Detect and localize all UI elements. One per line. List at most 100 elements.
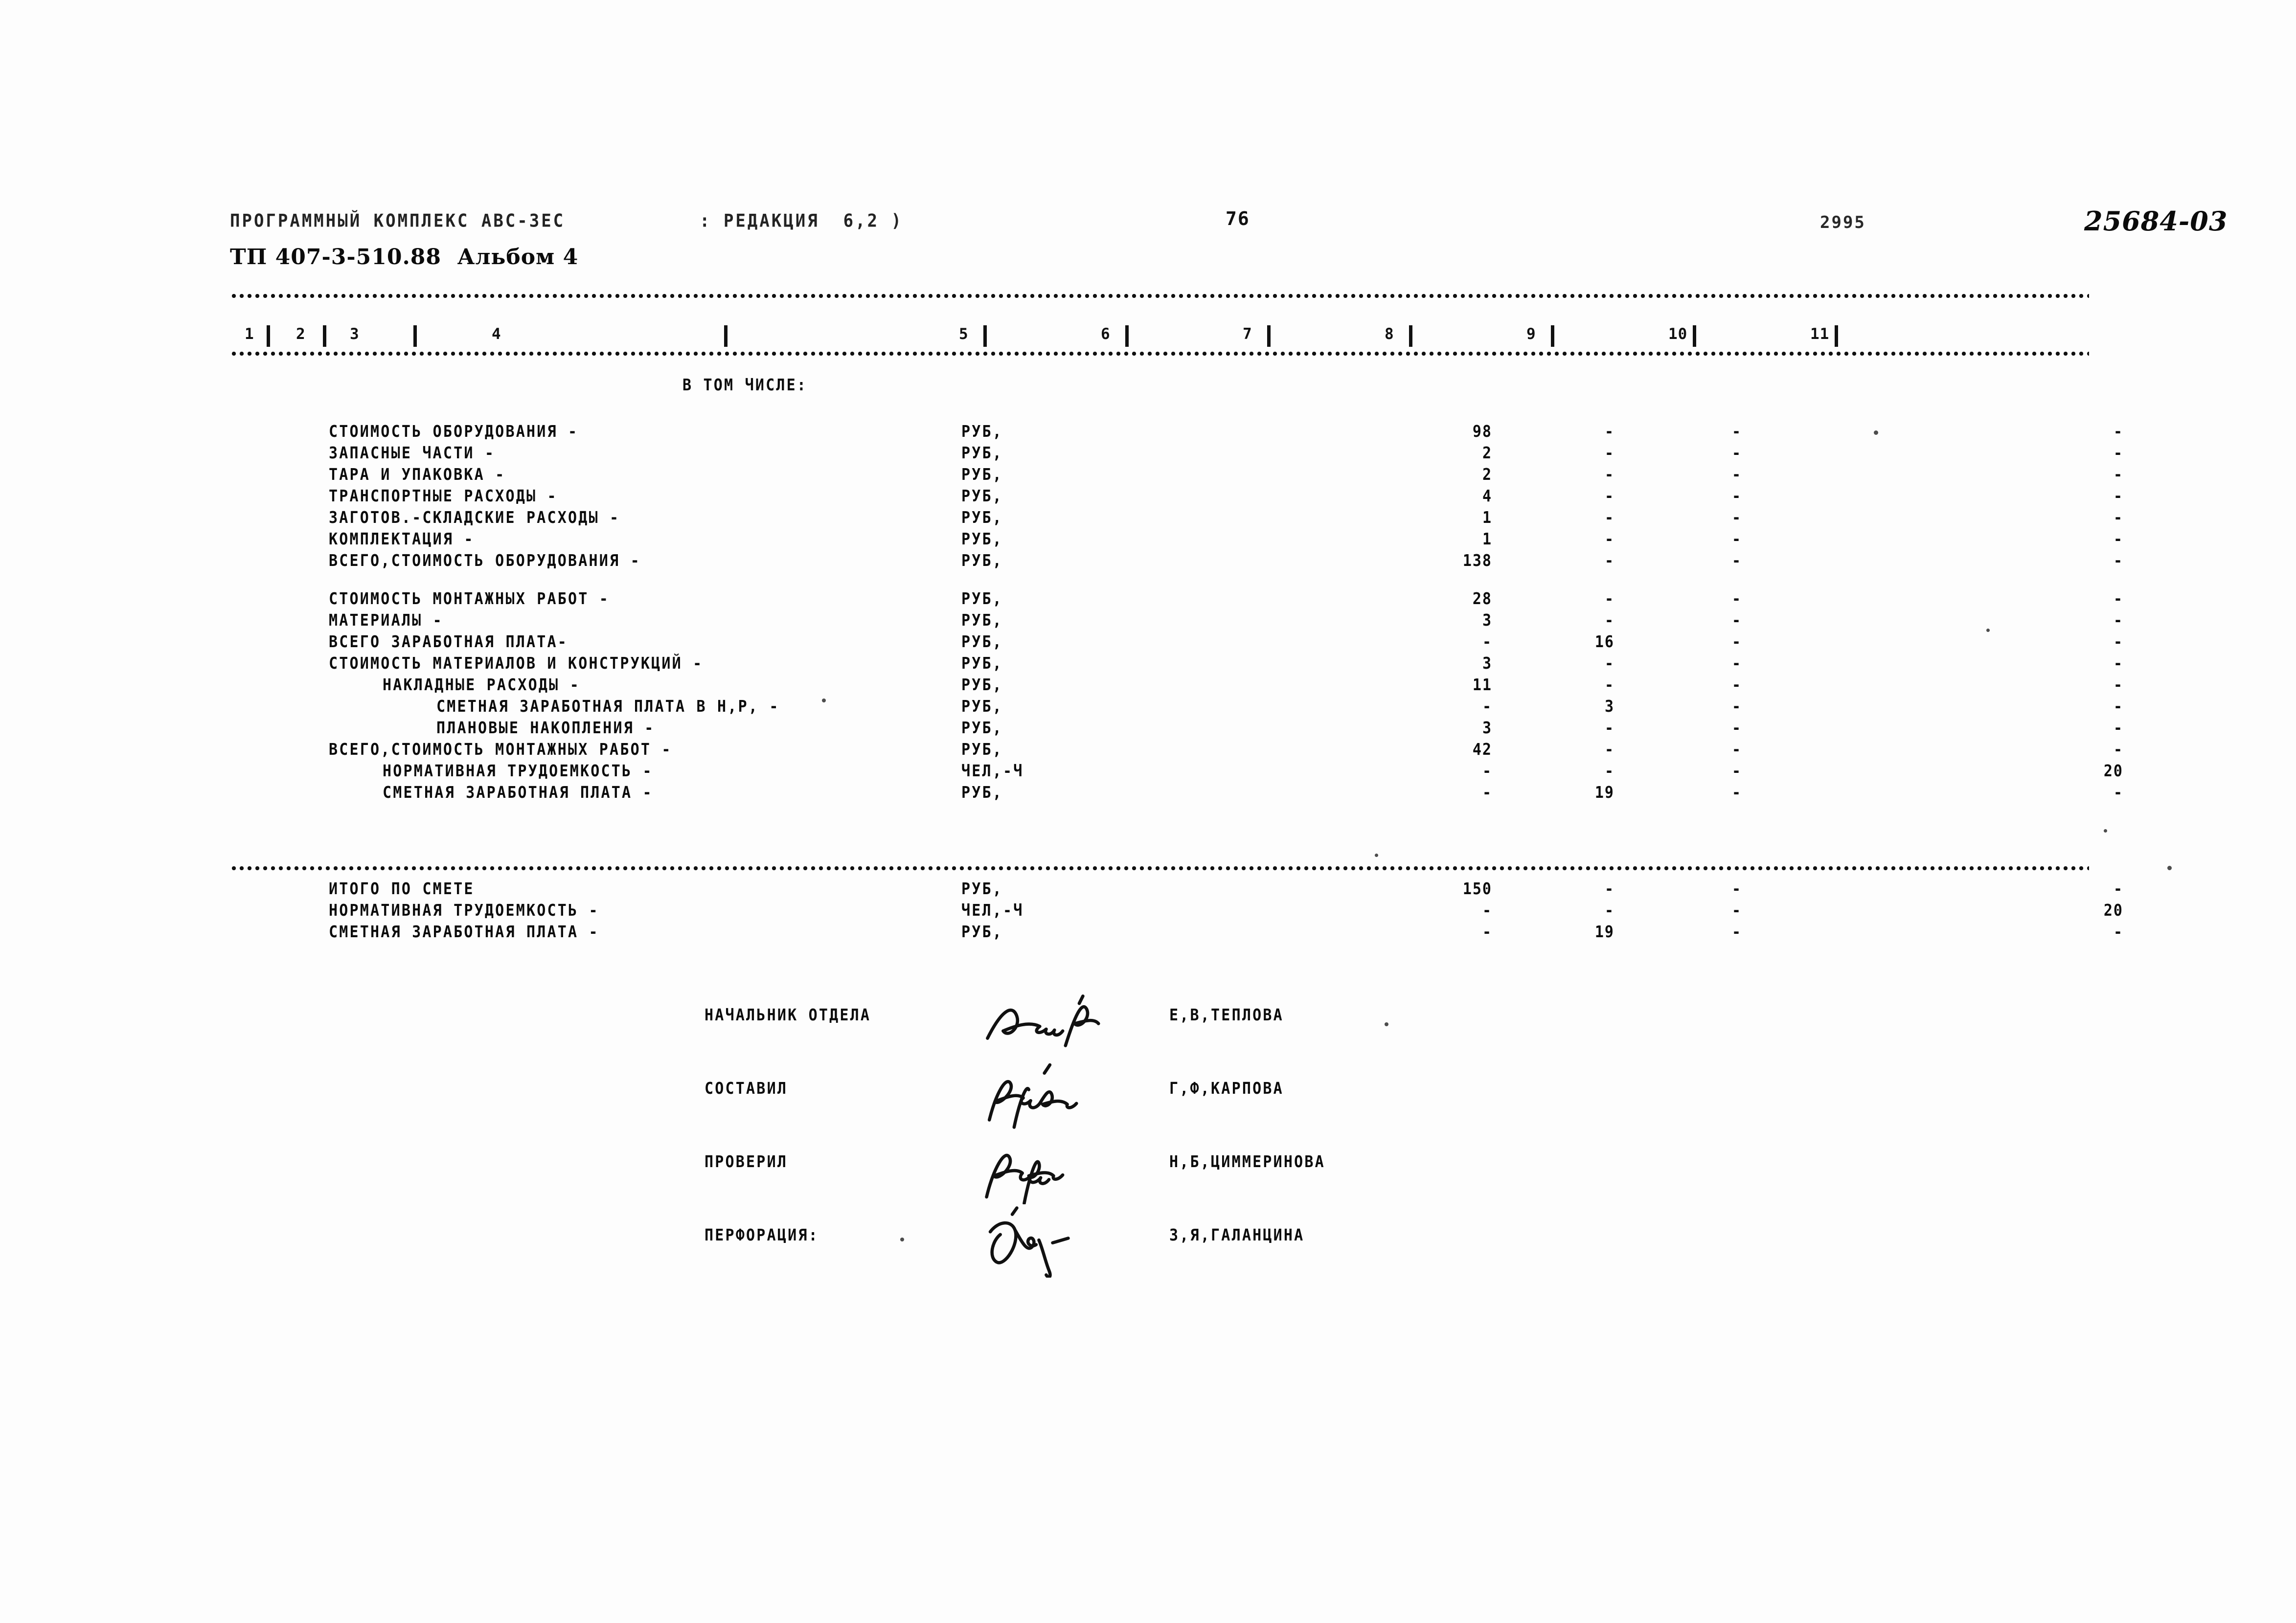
signature-name: Н,Б,ЦИММЕРИНОВА [1169,1152,1325,1172]
row-value-c9: - [1731,923,1742,942]
row-value-c8: - [1604,444,1614,463]
redaction-label: : РЕДАКЦИЯ 6,2 ) [700,210,903,232]
row-value-c8: - [1604,508,1614,527]
table-row: СТОИМОСТЬ МАТЕРИАЛОВ И КОНСТРУКЦИЙ - РУБ,… [0,654,2296,676]
column-separator-tick [724,325,727,347]
scan-speckle [900,1238,904,1241]
row-unit: РУБ, [961,879,1003,899]
column-number: 4 [492,325,501,343]
scan-speckle [822,699,826,702]
row-label: ПЛАНОВЫЕ НАКОПЛЕНИЯ - [436,719,655,738]
row-label: ВСЕГО,СТОИМОСТЬ МОНТАЖНЫХ РАБОТ - [329,740,672,759]
table-header-rule [230,351,2089,356]
row-value-c7: 4 [1482,487,1492,506]
row-value-c7: 138 [1462,551,1492,570]
scan-speckle [2104,829,2107,833]
column-number: 6 [1101,325,1111,343]
row-label: КОМПЛЕКТАЦИЯ - [329,530,475,549]
signature-row: ПЕРФОРАЦИЯ: З,Я,ГАЛАНЦИНА [0,1206,2296,1278]
row-value-c8: 3 [1604,697,1614,716]
row-label: СТОИМОСТЬ МОНТАЖНЫХ РАБОТ - [329,589,610,609]
row-value-c7: 28 [1472,589,1492,609]
column-separator-tick [1267,325,1271,347]
row-label: СМЕТНАЯ ЗАРАБОТНАЯ ПЛАТА В Н,Р, - [436,697,780,716]
row-value-c11: - [2113,632,2123,652]
row-value-c9: - [1731,551,1742,570]
row-value-c7: - [1482,901,1492,920]
column-number: 11 [1810,325,1830,343]
row-value-c7: - [1482,783,1492,802]
row-value-c11: - [2113,508,2123,527]
column-number: 8 [1385,325,1394,343]
row-value-c8: - [1604,719,1614,738]
row-value-c9: - [1731,422,1742,441]
row-value-c9: - [1731,654,1742,673]
row-label: ВСЕГО,СТОИМОСТЬ ОБОРУДОВАНИЯ - [329,551,641,570]
row-unit: РУБ, [961,589,1003,609]
row-value-c7: 150 [1462,879,1492,899]
scan-speckle [1375,854,1378,857]
row-unit: РУБ, [961,676,1003,695]
table-row: НАКЛАДНЫЕ РАСХОДЫ - РУБ, 11 - - - [0,676,2296,698]
row-label: НАКЛАДНЫЕ РАСХОДЫ - [383,676,580,695]
row-value-c11: - [2113,530,2123,549]
signature-name: Г,Ф,КАРПОВА [1169,1079,1284,1098]
table-row: ИТОГО ПО СМЕТЕ РУБ, 150 - - - [0,879,2296,902]
row-value-c11: - [2113,611,2123,630]
table-row: СТОИМОСТЬ ОБОРУДОВАНИЯ - РУБ, 98 - - - [0,422,2296,445]
row-value-c9: - [1731,676,1742,695]
row-unit: РУБ, [961,487,1003,506]
scan-speckle [2167,866,2172,870]
row-label: ЗАГОТОВ.-СКЛАДСКИЕ РАСХОДЫ - [329,508,620,527]
row-value-c9: - [1731,879,1742,899]
row-value-c9: - [1731,719,1742,738]
row-unit: РУБ, [961,551,1003,570]
row-value-c8: - [1604,676,1614,695]
row-unit: РУБ, [961,923,1003,942]
row-unit: РУБ, [961,611,1003,630]
row-label: СТОИМОСТЬ МАТЕРИАЛОВ И КОНСТРУКЦИЙ - [329,654,704,673]
column-number: 1 [245,325,254,343]
table-row: СМЕТНАЯ ЗАРАБОТНАЯ ПЛАТА - РУБ, - 19 - - [0,923,2296,945]
row-value-c9: - [1731,530,1742,549]
row-value-c8: - [1604,740,1614,759]
row-value-c11: - [2113,589,2123,609]
row-unit: РУБ, [961,654,1003,673]
column-number: 3 [350,325,360,343]
table-row: ПЛАНОВЫЕ НАКОПЛЕНИЯ - РУБ, 3 - - - [0,719,2296,741]
row-value-c8: - [1604,879,1614,899]
column-number: 2 [296,325,306,343]
row-value-c8: - [1604,530,1614,549]
row-value-c8: - [1604,551,1614,570]
document-code: 2995 [1820,213,1866,232]
row-value-c11: - [2113,654,2123,673]
signature-role: НАЧАЛЬНИК ОТДЕЛА [705,1006,871,1025]
page-number: 76 [1226,208,1250,229]
column-number: 7 [1243,325,1252,343]
row-value-c8: - [1604,762,1614,781]
scan-speckle [1385,1022,1388,1026]
signature-role: СОСТАВИЛ [705,1079,788,1098]
row-unit: ЧЕЛ,-Ч [961,762,1024,781]
column-separator-tick [1835,325,1838,347]
table-row: ВСЕГО,СТОИМОСТЬ ОБОРУДОВАНИЯ - РУБ, 138 - - - [0,551,2296,574]
scan-speckle [1986,629,1990,632]
column-number: 9 [1526,325,1536,343]
row-value-c9: - [1731,762,1742,781]
row-value-c8: - [1604,901,1614,920]
column-separator-tick [1409,325,1412,347]
row-label: МАТЕРИАЛЫ - [329,611,443,630]
row-label: ТАРА И УПАКОВКА - [329,465,506,484]
row-value-c9: - [1731,444,1742,463]
column-separator-tick [323,325,326,347]
handwritten-signature [959,1131,1125,1204]
row-value-c7: - [1482,762,1492,781]
row-label: СМЕТНАЯ ЗАРАБОТНАЯ ПЛАТА - [383,783,653,802]
column-separator-tick [267,325,270,347]
row-value-c9: - [1731,740,1742,759]
row-value-c7: 3 [1482,719,1492,738]
table-row: ВСЕГО,СТОИМОСТЬ МОНТАЖНЫХ РАБОТ - РУБ, 42 -… [0,740,2296,763]
row-value-c8: - [1604,465,1614,484]
row-value-c9: - [1731,783,1742,802]
row-unit: РУБ, [961,530,1003,549]
